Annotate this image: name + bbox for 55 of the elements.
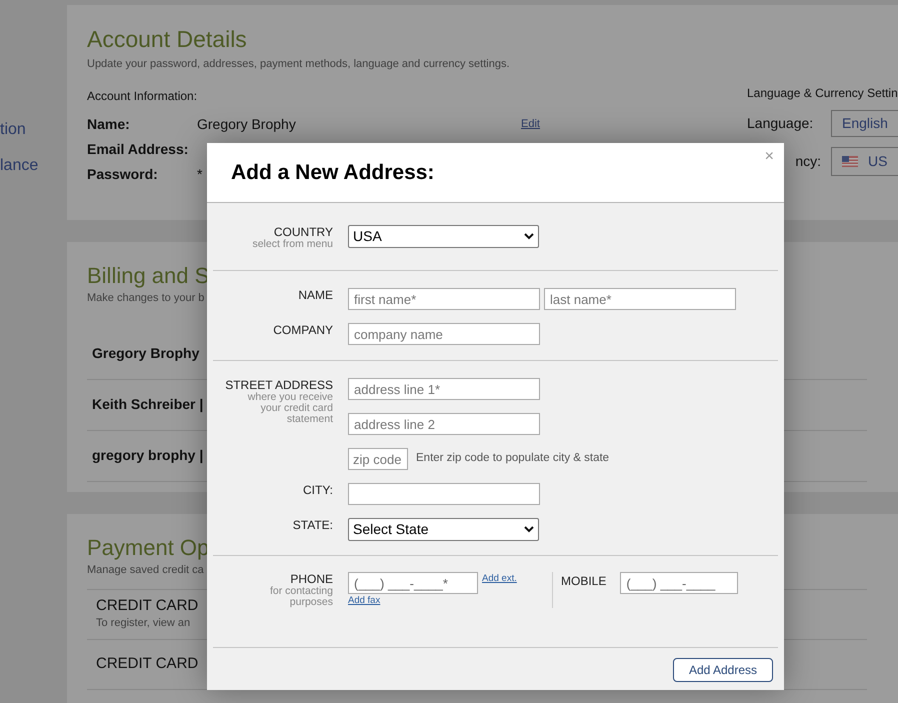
select-field[interactable]: Select State	[348, 518, 539, 541]
field-label: Language:	[747, 114, 814, 133]
address-name: gregory brophy |	[92, 446, 204, 466]
input-field[interactable]: first name*	[348, 288, 540, 310]
select-field[interactable]: USA	[348, 225, 539, 248]
flag-icon	[842, 156, 858, 167]
settings-title: Language & Currency Settin	[747, 85, 898, 102]
card-note: To register, view an	[96, 616, 190, 631]
field-label: STREET ADDRESS	[225, 378, 333, 392]
language-select[interactable]: English	[831, 110, 898, 137]
card-title: CREDIT CARD	[96, 596, 198, 615]
modal-title: Add a New Address:	[231, 160, 434, 186]
field-label: STATE:	[292, 518, 333, 532]
address-name: Gregory Brophy	[92, 344, 200, 363]
field-label: CITY:	[302, 483, 333, 497]
field-hint: where you receive your credit card statement	[246, 392, 333, 425]
address-name: Keith Schreiber |	[92, 395, 204, 414]
input-field[interactable]: last name*	[544, 288, 736, 310]
section-subtitle: Make changes to your b	[87, 291, 204, 306]
field-label: ncy:	[795, 152, 821, 171]
field-hint: select from menu	[251, 239, 333, 250]
add-ext-link[interactable]: Add ext.	[482, 572, 517, 586]
zip-field[interactable]: zip code	[348, 448, 408, 470]
mobile-field[interactable]: (___) ___-____	[620, 572, 738, 594]
field-value: Gregory Brophy	[197, 114, 296, 134]
chevron-icon	[524, 233, 534, 240]
field-label: Name:	[87, 114, 131, 134]
input-field[interactable]: address line 2	[348, 413, 540, 435]
subsection-label: Account Information:	[87, 88, 198, 104]
field-label: Password:	[87, 164, 159, 184]
close-button[interactable]: ×	[764, 149, 774, 165]
field-label: COUNTRY	[274, 225, 333, 239]
currency-select[interactable]: US	[831, 147, 898, 176]
field-label: NAME	[298, 288, 333, 302]
field-hint: for contacting purposes	[268, 586, 333, 608]
phone-field[interactable]: (___) ___-____*	[348, 572, 478, 594]
sidebar-link[interactable]: lance	[0, 155, 67, 177]
field-value: *	[197, 164, 202, 184]
field-label: Email Address:	[87, 140, 190, 158]
section-title: Account Details	[87, 25, 248, 53]
input-field[interactable]: address line 1*	[348, 378, 540, 400]
sidebar-link[interactable]: tion	[0, 119, 67, 141]
input-field[interactable]	[348, 483, 540, 505]
input-field[interactable]: company name	[348, 323, 540, 345]
field-label: COMPANY	[273, 323, 333, 337]
zip-hint: Enter zip code to populate city & state	[416, 451, 610, 466]
card-title: CREDIT CARD	[96, 655, 198, 673]
add-address-button[interactable]: Add Address	[673, 658, 773, 682]
field-label: PHONE	[290, 572, 333, 586]
section-subtitle: Update your password, addresses, payment methods, language and currency settings.	[87, 57, 511, 72]
field-label: MOBILE	[561, 573, 606, 590]
section-subtitle: Manage saved credit ca	[87, 563, 204, 578]
add-fax-link[interactable]: Add fax	[348, 594, 380, 608]
chevron-icon	[524, 526, 534, 533]
edit-link[interactable]: Edit	[521, 116, 747, 132]
